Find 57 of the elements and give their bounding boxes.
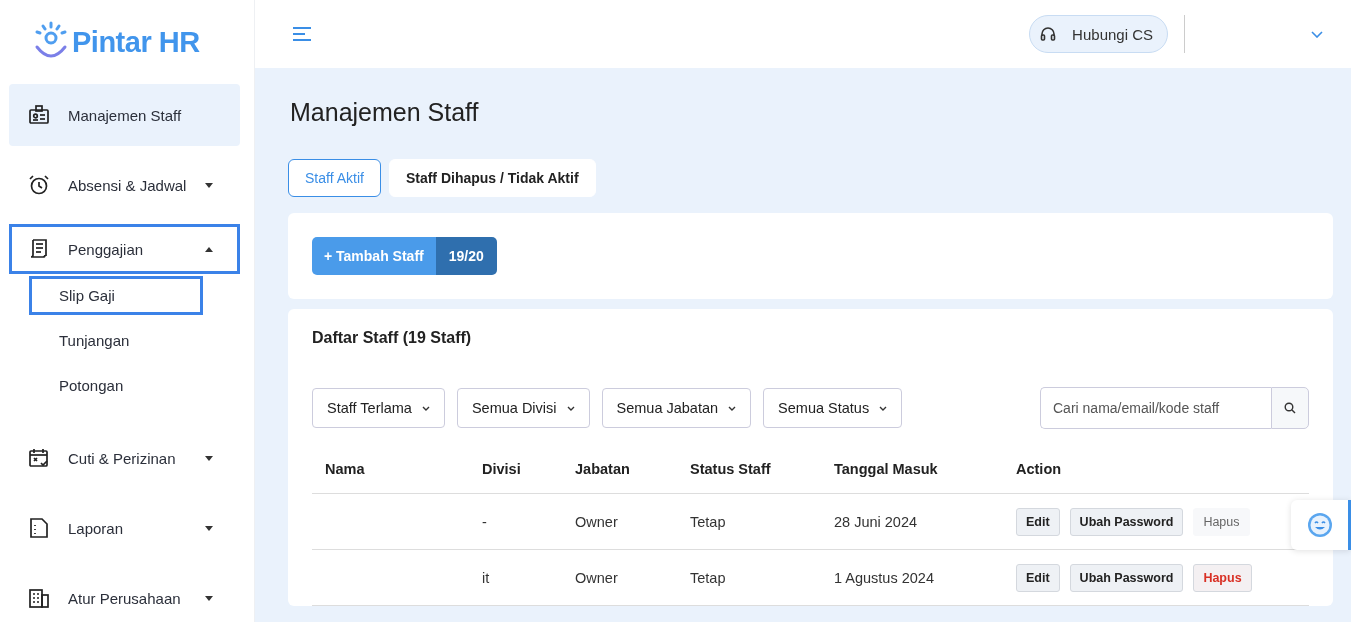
- column-header: Status Staff: [689, 461, 772, 477]
- sidebar-item[interactable]: Penggajian: [9, 224, 240, 274]
- search-icon: [1284, 402, 1296, 414]
- tab[interactable]: Staff Aktif: [288, 159, 381, 197]
- submenu-item[interactable]: Slip Gaji: [29, 276, 203, 315]
- submenu-item[interactable]: Potongan: [29, 366, 203, 405]
- column-header: Tanggal Masuk: [833, 461, 939, 477]
- chat-widget-button[interactable]: [1291, 500, 1351, 550]
- brand-name: Pintar HR: [72, 25, 200, 59]
- change-password-button[interactable]: Ubah Password: [1069, 507, 1184, 536]
- sidebar-item[interactable]: Atur Perusahaan: [9, 567, 240, 622]
- calendar-icon: [28, 447, 50, 469]
- sidebar-item[interactable]: Laporan: [9, 497, 240, 559]
- search-button[interactable]: [1271, 387, 1309, 429]
- edit-button[interactable]: Edit: [1016, 507, 1060, 536]
- filter-dropdown[interactable]: Semua Jabatan: [601, 388, 752, 428]
- smiley-icon: [1306, 512, 1333, 538]
- delete-button[interactable]: Hapus: [1193, 563, 1252, 592]
- table-cell: Owner: [575, 569, 618, 586]
- headset-icon: [1040, 26, 1057, 42]
- list-title: Daftar Staff (19 Staff): [312, 329, 473, 347]
- tab[interactable]: Staff Dihapus / Tidak Aktif: [388, 159, 596, 197]
- column-header: Nama: [324, 461, 366, 477]
- sidebar-item[interactable]: Cuti & Perizinan: [9, 427, 240, 489]
- search-field[interactable]: Cari nama/email/kode staff: [1040, 387, 1271, 429]
- sidebar-item[interactable]: Absensi & Jadwal: [9, 154, 240, 216]
- staff-count-badge: 19/20: [435, 237, 497, 275]
- edit-button[interactable]: Edit: [1016, 563, 1060, 592]
- change-password-button[interactable]: Ubah Password: [1069, 563, 1184, 592]
- table-cell: Tetap: [690, 569, 726, 586]
- column-header: Divisi: [481, 461, 522, 477]
- table-cell: 28 Juni 2024: [834, 513, 918, 530]
- chevron-down-icon: [728, 405, 737, 411]
- filter-dropdown[interactable]: Staff Terlama: [312, 388, 445, 428]
- page-title: Manajemen Staff: [290, 98, 480, 127]
- submenu-item[interactable]: Tunjangan: [29, 321, 203, 360]
- chevron-down-icon: [879, 405, 888, 411]
- filter-dropdown[interactable]: Semua Status: [763, 388, 903, 428]
- contact-support-button[interactable]: Hubungi CS: [1029, 15, 1168, 53]
- id-card-icon: [28, 104, 50, 126]
- sidebar-item[interactable]: Manajemen Staff: [9, 84, 240, 146]
- chevron-down-icon: [421, 405, 430, 411]
- filter-dropdown[interactable]: Semua Divisi: [456, 388, 590, 428]
- chevron-down-icon[interactable]: [1311, 30, 1323, 38]
- column-header: Action: [1015, 461, 1063, 477]
- menu-icon[interactable]: [293, 27, 311, 41]
- receipt-icon: [28, 238, 50, 260]
- table-cell: it: [482, 569, 490, 586]
- table-cell: 1 Agustus 2024: [834, 569, 934, 586]
- building-icon: [28, 587, 50, 609]
- chevron-down-icon: [566, 405, 575, 411]
- column-header: Jabatan: [574, 461, 631, 477]
- table-cell: Owner: [575, 513, 618, 530]
- alarm-icon: [28, 174, 50, 196]
- document-icon: [28, 517, 50, 539]
- table-cell: -: [482, 513, 487, 530]
- table-cell: Tetap: [690, 513, 726, 530]
